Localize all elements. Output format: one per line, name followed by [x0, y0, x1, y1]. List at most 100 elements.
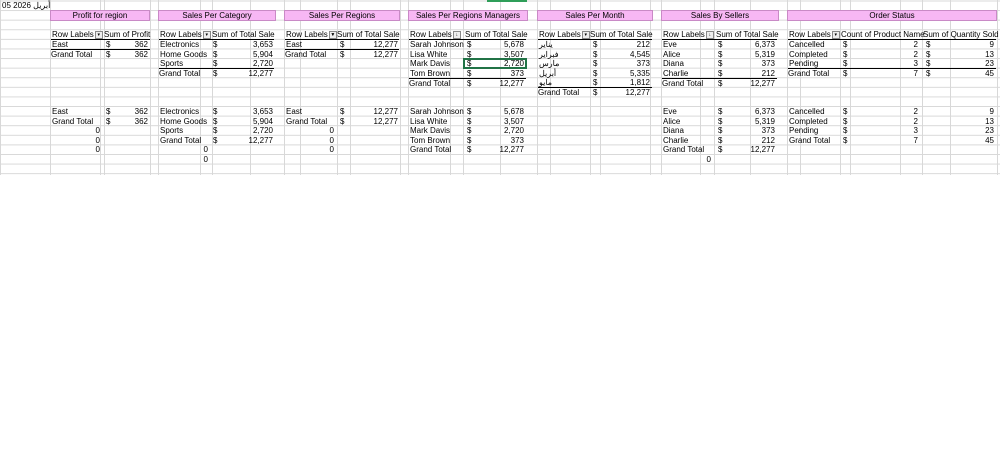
copy-sellers-value[interactable]: 212	[732, 136, 775, 145]
zero-cell[interactable]: 0	[663, 155, 711, 164]
pivot-managers-label[interactable]: Tom Brown	[410, 69, 450, 78]
copy-sellers-label[interactable]: Eve	[663, 107, 677, 116]
copy-managers-total[interactable]: 12,277	[480, 145, 524, 154]
header-regions[interactable]: Sales Per Regions	[284, 10, 400, 21]
pivot-status-qty[interactable]: 13	[960, 50, 994, 59]
selected-cell[interactable]	[463, 58, 527, 69]
header-profit[interactable]: Profit for region	[50, 10, 150, 21]
pivot-sellers-label[interactable]: Diana	[663, 59, 684, 68]
pivot-month-label[interactable]: أبريل	[539, 69, 556, 78]
copy-profit-label[interactable]: East	[52, 107, 68, 116]
pivot-managers-label[interactable]: Lisa White	[410, 50, 447, 59]
zero-cell[interactable]: 0	[286, 136, 334, 145]
zero-cell[interactable]: 0	[160, 155, 208, 164]
header-month[interactable]: Sales Per Month	[537, 10, 653, 21]
pivot-month-label[interactable]: يناير	[539, 40, 553, 49]
pivot-status-count[interactable]: 3	[880, 59, 918, 68]
copy-status-qty[interactable]: 13	[960, 117, 994, 126]
pivot-sellers-value[interactable]: 373	[732, 59, 775, 68]
pivot-managers-label[interactable]: Sarah Johnson	[410, 40, 464, 49]
pivot-month-label[interactable]: مارس	[539, 59, 559, 68]
copy-status-total-qty[interactable]: 45	[960, 136, 994, 145]
sort-icon[interactable]: ↓	[452, 30, 461, 39]
pivot-regions-total[interactable]: 12,277	[355, 50, 398, 59]
header-sellers[interactable]: Sales By Sellers	[661, 10, 779, 21]
pivot-category-row-labels[interactable]: Row Labels ▾	[160, 30, 211, 39]
pivot-category-label[interactable]: Sports	[160, 59, 183, 68]
copy-status-label[interactable]: Completed	[789, 117, 828, 126]
pivot-status-label[interactable]: Completed	[789, 50, 828, 59]
copy-managers-label[interactable]: Tom Brown	[410, 136, 450, 145]
zero-cell[interactable]: 0	[286, 126, 334, 135]
pivot-sellers-total[interactable]: 12,277	[732, 79, 775, 88]
pivot-sellers-row-labels[interactable]: Row Labels ↓	[663, 30, 714, 39]
pivot-sellers-label[interactable]: Charlie	[663, 69, 688, 78]
pivot-managers-total[interactable]: 12,277	[480, 79, 524, 88]
pivot-status-count[interactable]: 2	[880, 40, 918, 49]
copy-category-total[interactable]: 12,277	[230, 136, 273, 145]
pivot-managers-label[interactable]: Mark Davis	[410, 59, 450, 68]
copy-managers-value[interactable]: 5,678	[480, 107, 524, 116]
pivot-profit-row-labels[interactable]: Row Labels ▾	[52, 30, 103, 39]
pivot-profit-total[interactable]: 362	[118, 50, 148, 59]
pivot-month-row-labels[interactable]: Row Labels ▾	[539, 30, 590, 39]
copy-status-total-label[interactable]: Grand Total	[789, 136, 830, 145]
copy-sellers-label[interactable]: Alice	[663, 117, 680, 126]
pivot-month-value[interactable]: 373	[606, 59, 650, 68]
pivot-status-qty-header[interactable]: Sum of Quantity Sold	[923, 30, 999, 39]
pivot-status-qty[interactable]: 9	[960, 40, 994, 49]
header-status[interactable]: Order Status	[787, 10, 997, 21]
pivot-sellers-value[interactable]: 5,319	[732, 50, 775, 59]
pivot-managers-sum-header[interactable]: Sum of Total Sale	[465, 30, 528, 39]
copy-regions-total[interactable]: 12,277	[355, 117, 398, 126]
copy-managers-value[interactable]: 373	[480, 136, 524, 145]
pivot-status-row-labels[interactable]: Row Labels ▾	[789, 30, 840, 39]
pivot-category-value[interactable]: 2,720	[230, 59, 273, 68]
copy-sellers-label[interactable]: Charlie	[663, 136, 688, 145]
copy-sellers-value[interactable]: 5,319	[732, 117, 775, 126]
copy-managers-value[interactable]: 2,720	[480, 126, 524, 135]
copy-status-total-count[interactable]: 7	[880, 136, 918, 145]
copy-managers-label[interactable]: Lisa White	[410, 117, 447, 126]
copy-category-total-label[interactable]: Grand Total	[160, 136, 201, 145]
pivot-status-label[interactable]: Pending	[789, 59, 818, 68]
pivot-status-label[interactable]: Cancelled	[789, 40, 825, 49]
copy-category-value[interactable]: 3,653	[230, 107, 273, 116]
copy-profit-total[interactable]: 362	[118, 117, 148, 126]
header-category[interactable]: Sales Per Category	[158, 10, 276, 21]
pivot-month-label[interactable]: مايو	[539, 78, 552, 87]
date-cell[interactable]: 05 أبريل 2026	[2, 1, 50, 10]
pivot-category-sum-header[interactable]: Sum of Total Sale	[212, 30, 275, 39]
copy-profit-value[interactable]: 362	[118, 107, 148, 116]
copy-sellers-total[interactable]: 12,277	[732, 145, 775, 154]
zero-cell[interactable]: 0	[160, 145, 208, 154]
copy-managers-value[interactable]: 3,507	[480, 117, 524, 126]
filter-dropdown-icon[interactable]: ▾	[94, 30, 103, 39]
pivot-managers-row-labels[interactable]: Row Labels ↓	[410, 30, 461, 39]
copy-managers-label[interactable]: Sarah Johnson	[410, 107, 464, 116]
copy-status-count[interactable]: 3	[880, 126, 918, 135]
pivot-profit-label[interactable]: East	[52, 40, 68, 49]
pivot-month-value[interactable]: 4,545	[606, 50, 650, 59]
header-managers[interactable]: Sales Per Regions Managers	[408, 10, 528, 21]
zero-cell[interactable]: 0	[52, 126, 100, 135]
copy-category-label[interactable]: Sports	[160, 126, 183, 135]
zero-cell[interactable]: 0	[286, 145, 334, 154]
pivot-regions-row-labels[interactable]: Row Labels ▼	[286, 30, 337, 39]
copy-managers-label[interactable]: Mark Davis	[410, 126, 450, 135]
pivot-regions-sum-header[interactable]: Sum of Total Sale	[337, 30, 400, 39]
pivot-month-total[interactable]: 12,277	[606, 88, 650, 97]
copy-category-label[interactable]: Electronics	[160, 107, 199, 116]
pivot-month-value[interactable]: 5,335	[606, 69, 650, 78]
pivot-month-value[interactable]: 212	[606, 40, 650, 49]
pivot-category-value[interactable]: 3,653	[230, 40, 273, 49]
sort-icon[interactable]: ↓	[705, 30, 714, 39]
copy-category-value[interactable]: 5,904	[230, 117, 273, 126]
copy-status-count[interactable]: 2	[880, 117, 918, 126]
copy-regions-total-label[interactable]: Grand Total	[286, 117, 327, 126]
pivot-category-label[interactable]: Electronics	[160, 40, 199, 49]
copy-sellers-total-label[interactable]: Grand Total	[663, 145, 704, 154]
pivot-sellers-label[interactable]: Eve	[663, 40, 677, 49]
pivot-status-qty[interactable]: 23	[960, 59, 994, 68]
pivot-managers-value[interactable]: 5,678	[480, 40, 524, 49]
